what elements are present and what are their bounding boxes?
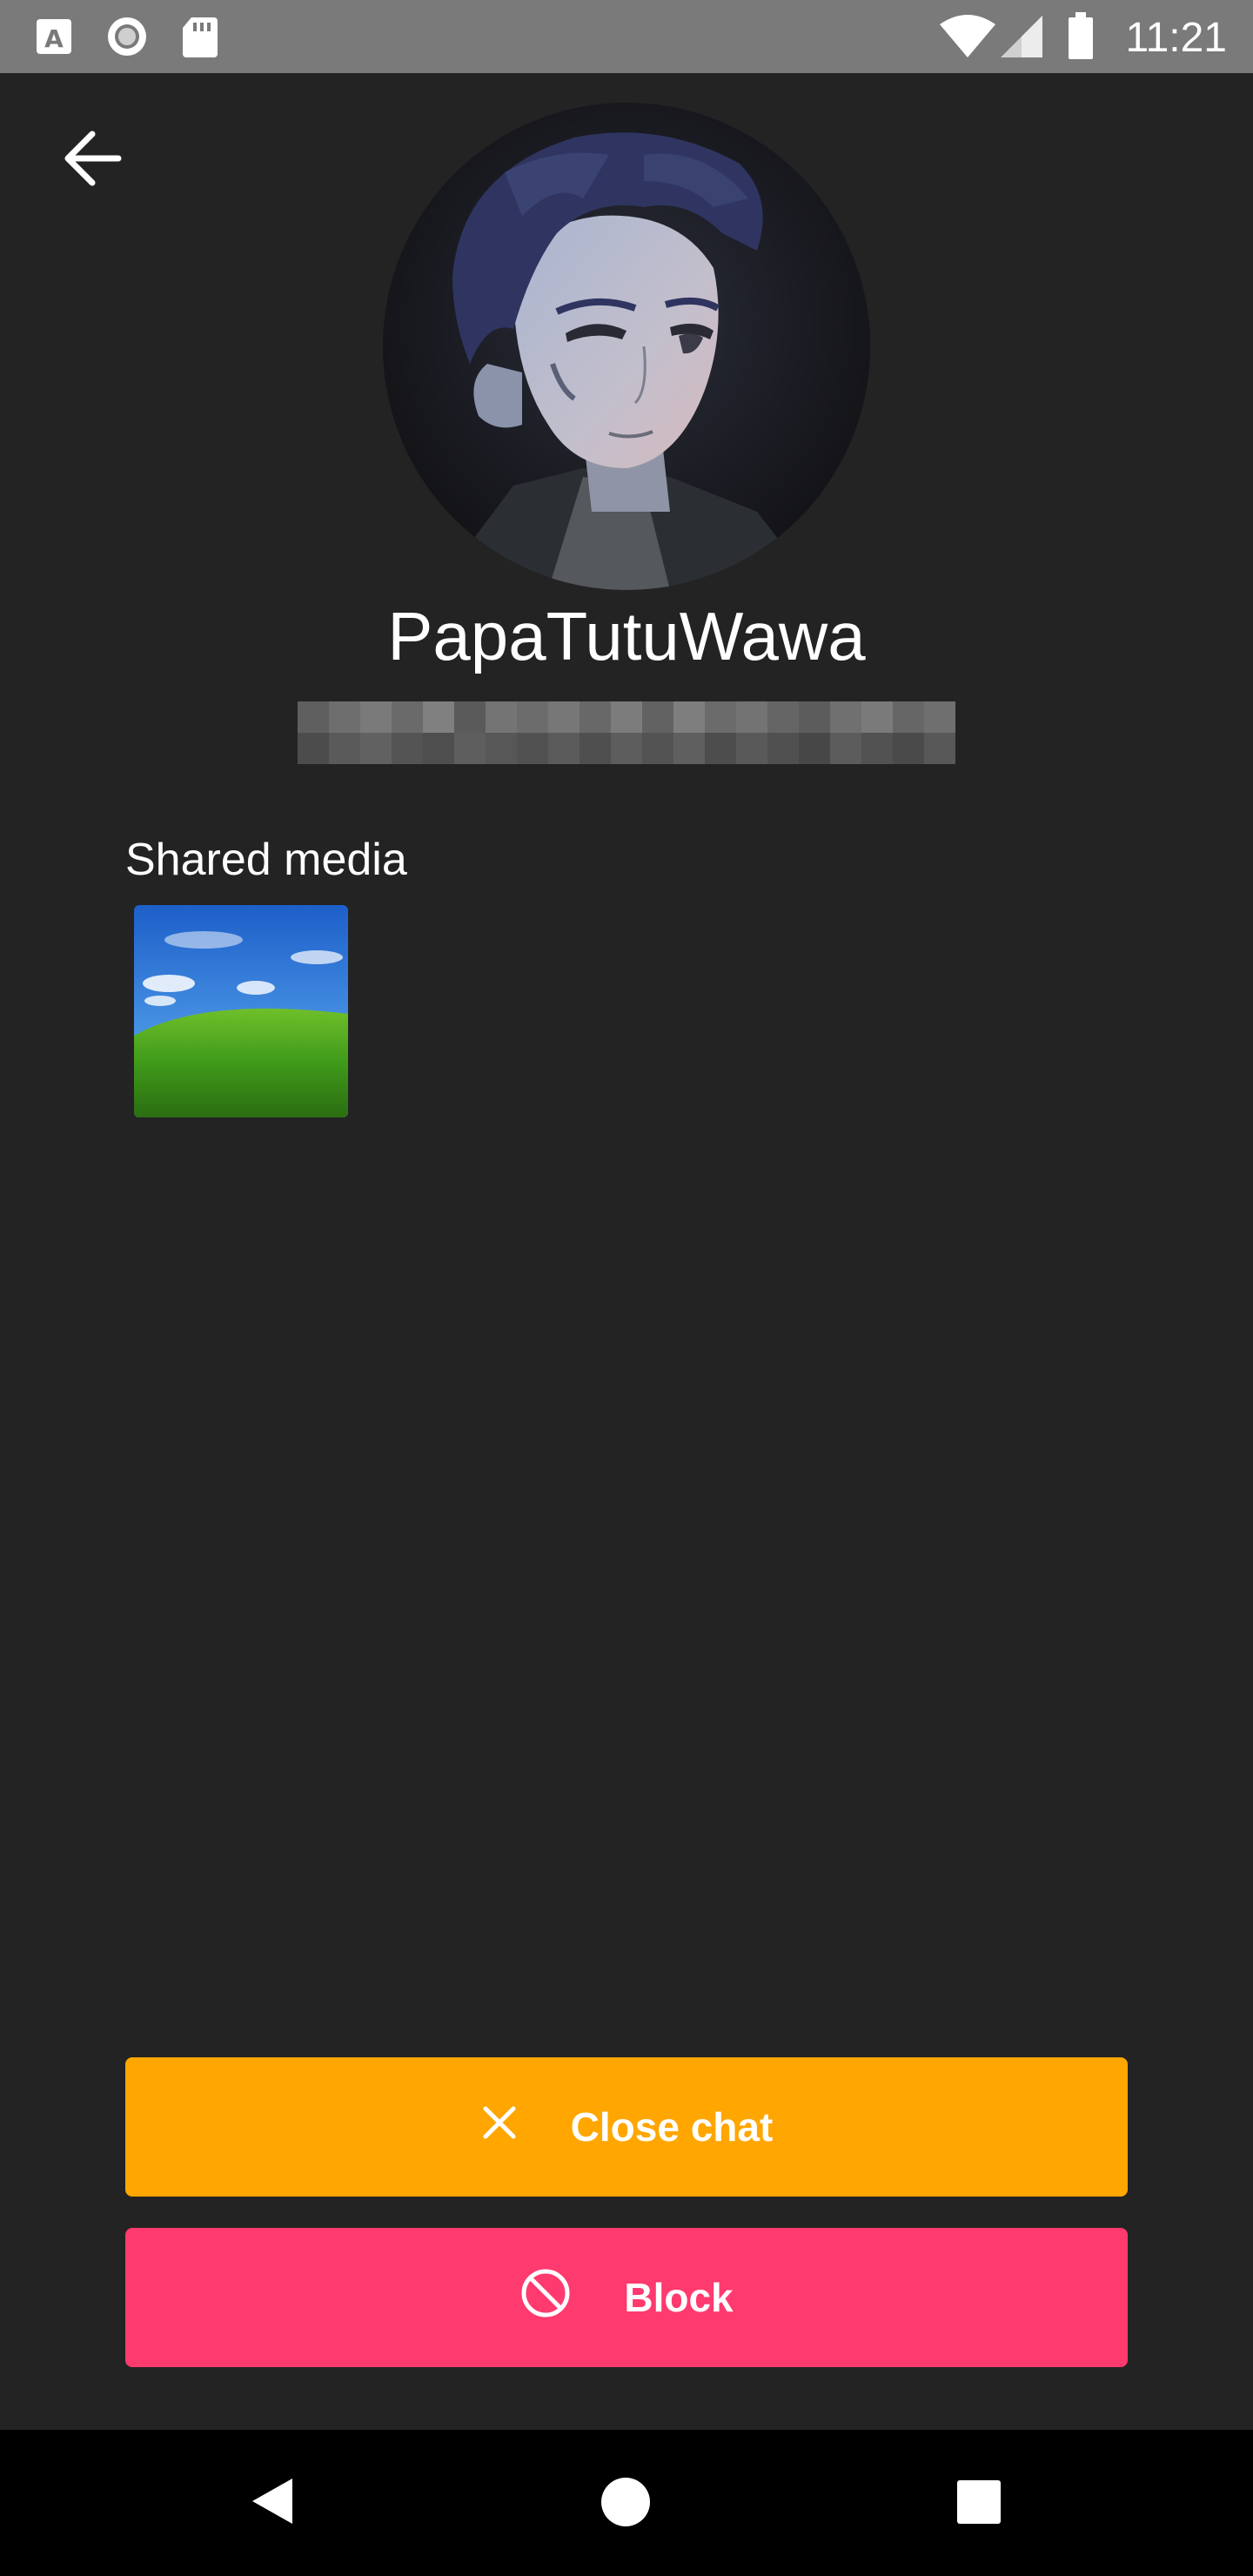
circle-sync-icon [108,17,146,56]
arrow-left-icon [64,131,122,186]
block-icon [519,2267,572,2329]
redacted-subtitle [298,701,955,764]
shared-media-thumbnail[interactable] [134,905,348,1117]
signal-icon [1001,16,1042,57]
wifi-icon [940,15,995,57]
back-triangle-icon[interactable] [249,2475,296,2527]
back-button[interactable] [45,122,132,209]
battery-icon [1069,12,1093,59]
text-a-icon: A [37,19,71,54]
svg-text:A: A [44,24,64,53]
sd-card-icon [183,17,218,57]
username: PapaTutuWawa [387,598,866,674]
landscape-image [134,905,348,1117]
block-label: Block [624,2275,734,2320]
recents-square-icon[interactable] [955,2479,1002,2526]
status-bar: A 11:21 [0,0,1253,73]
close-icon [480,2103,519,2151]
status-time: 11:21 [1125,15,1227,61]
close-chat-button[interactable]: Close chat [125,2057,1128,2197]
navigation-bar [0,2430,1253,2576]
avatar-portrait-image [383,103,870,590]
avatar [383,103,870,590]
shared-media-title: Shared media [125,835,407,885]
block-button[interactable]: Block [125,2228,1128,2367]
close-chat-label: Close chat [570,2104,774,2150]
home-circle-icon[interactable] [600,2477,651,2527]
